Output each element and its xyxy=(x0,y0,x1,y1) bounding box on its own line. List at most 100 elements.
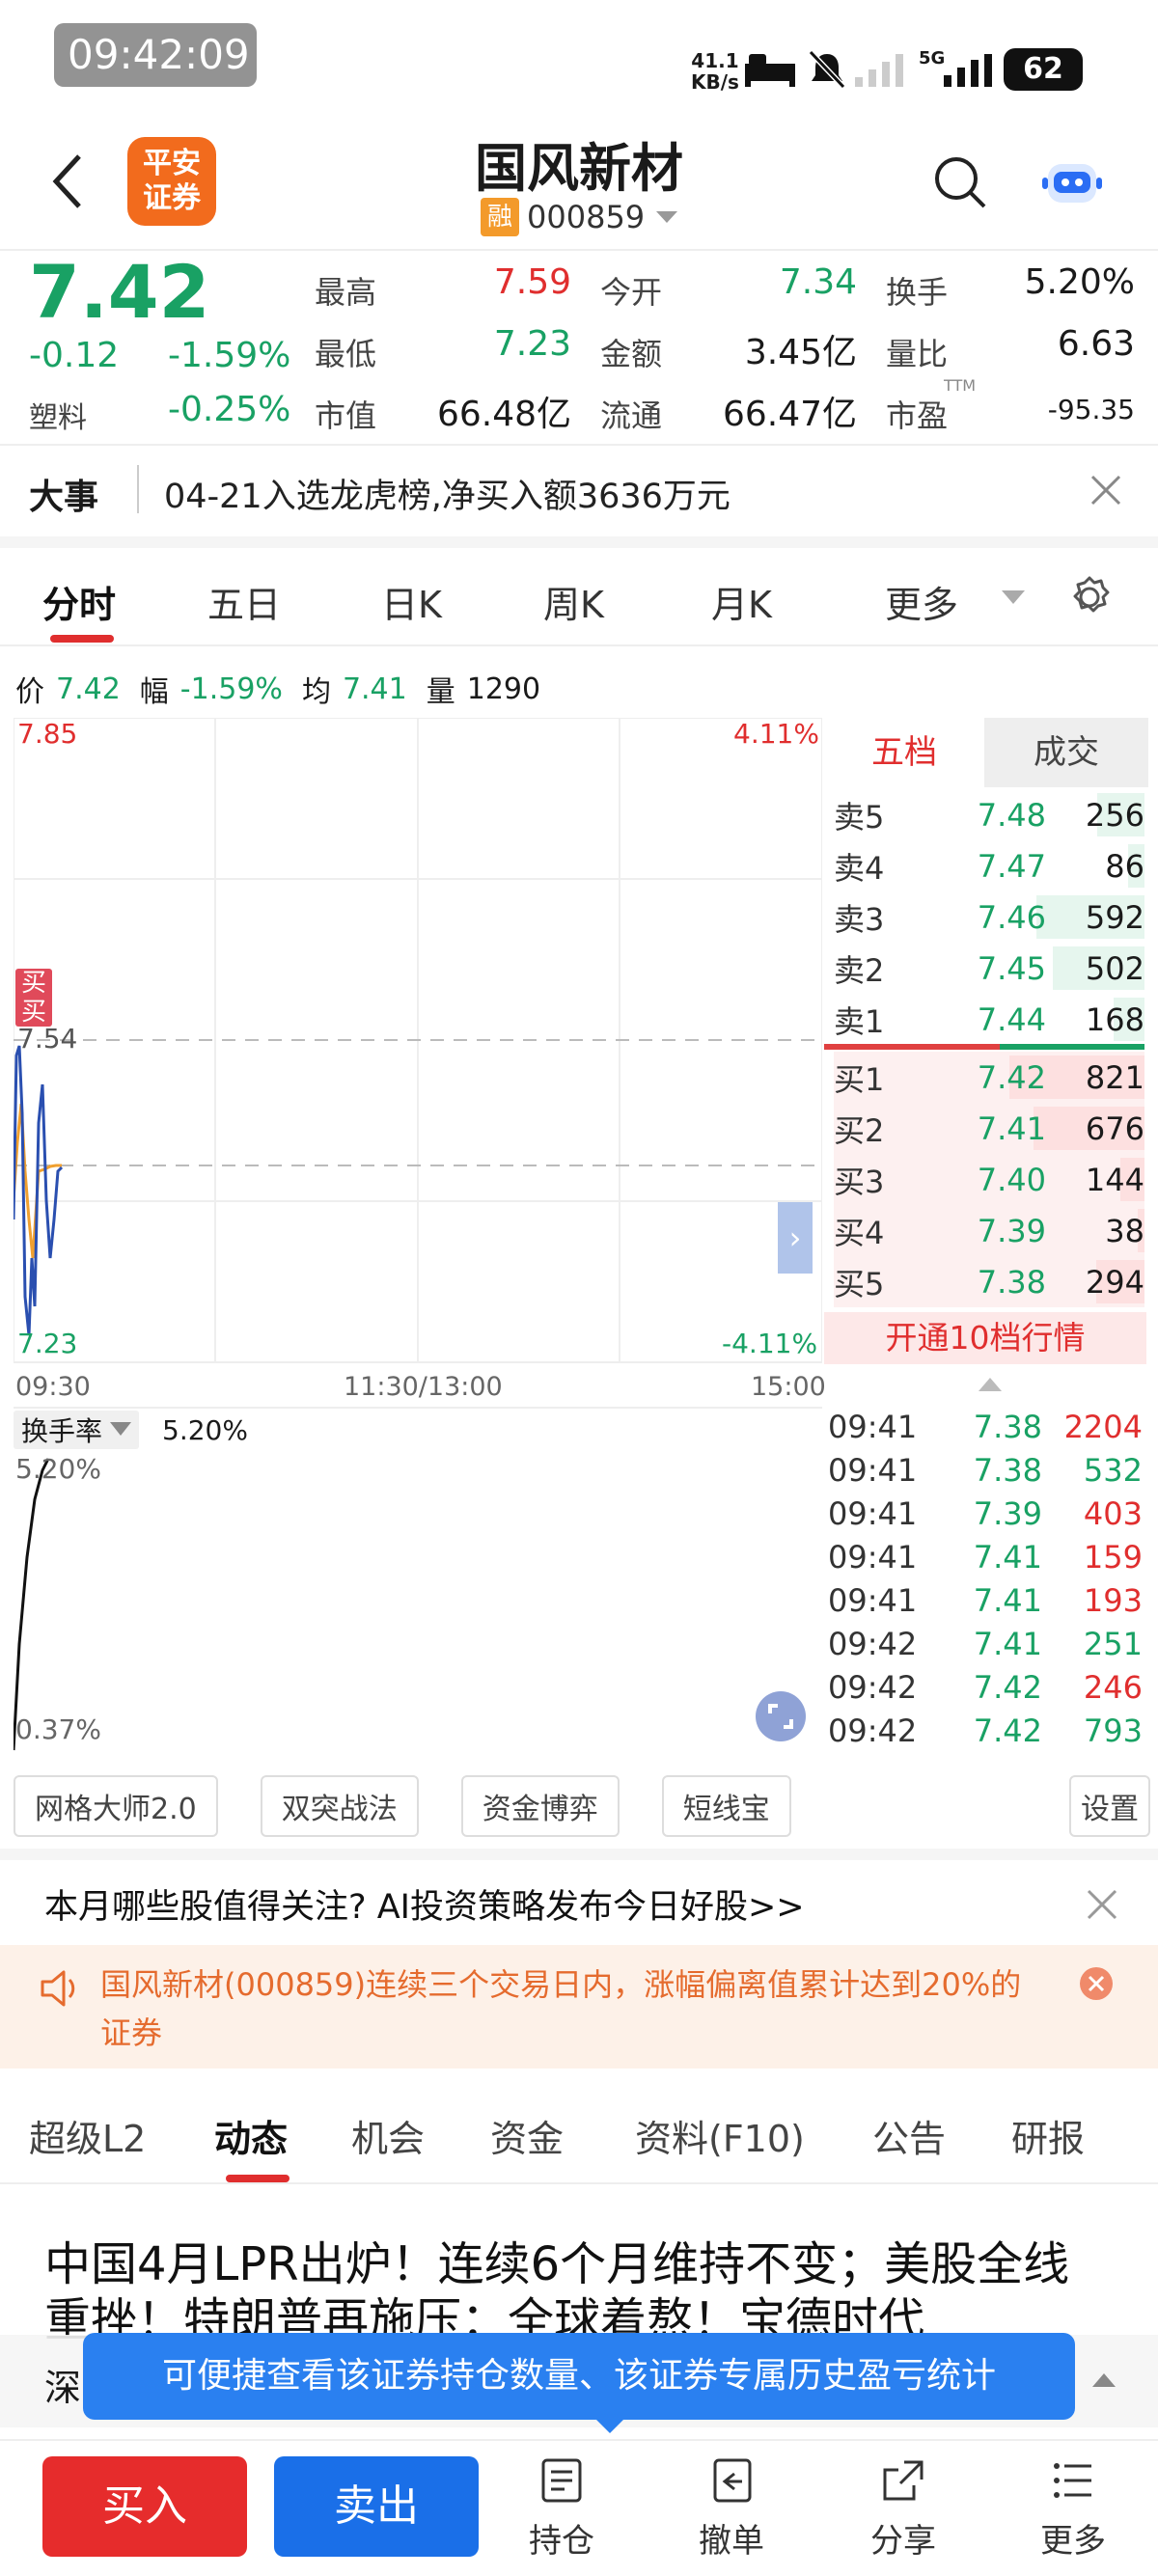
open-level10-button[interactable]: 开通10档行情 xyxy=(824,1312,1146,1364)
chip-short-line[interactable]: 短线宝 xyxy=(661,1775,791,1837)
tab-monthly-k[interactable]: 月K xyxy=(711,575,772,628)
time-start: 09:30 xyxy=(15,1372,91,1402)
chip-grid-master[interactable]: 网格大师2.0 xyxy=(14,1775,218,1837)
share-button[interactable]: 分享 xyxy=(853,2456,953,2562)
quote-label-high: 最高 xyxy=(315,274,377,311)
tab-research[interactable]: 研报 xyxy=(1011,2109,1085,2162)
promo-text[interactable]: 本月哪些股值得关注? AI投资策略发布今日好股>> xyxy=(44,1879,805,1929)
quote-label-turnover: 换手 xyxy=(886,274,949,311)
net-speed-value: 41.1 xyxy=(691,49,739,72)
settings-button[interactable]: 设置 xyxy=(1069,1775,1150,1837)
bid-level-label: 买3 xyxy=(834,1163,885,1200)
more-button[interactable]: 更多 xyxy=(1023,2456,1123,2562)
chart-info-avg-label: 均 xyxy=(301,675,331,709)
trade-row: 09:42 7.41 251 xyxy=(828,1622,1146,1665)
net-speed-unit: KB/s xyxy=(691,70,739,94)
bid-level-row[interactable]: 买4 7.39 38 xyxy=(834,1205,1144,1256)
tab-five-day[interactable]: 五日 xyxy=(207,575,281,628)
close-circle-icon[interactable] xyxy=(1079,1966,1114,2001)
tab-funds[interactable]: 资金 xyxy=(490,2109,635,2162)
chart-info-avg: 7.41 xyxy=(342,671,407,706)
stock-code-selector[interactable]: 融 000859 xyxy=(481,198,679,236)
tab-announcements[interactable]: 公告 xyxy=(872,2109,1011,2162)
cancel-order-button[interactable]: 撤单 xyxy=(681,2456,782,2562)
sector-name[interactable]: 塑料 xyxy=(29,394,87,436)
bid-level-price: 7.41 xyxy=(977,1110,1046,1147)
expand-orderbook-button[interactable]: › xyxy=(778,1202,813,1274)
bid-level-row[interactable]: 买3 7.40 144 xyxy=(834,1154,1144,1205)
chevron-up-icon[interactable] xyxy=(979,1378,1002,1393)
ask-level-row[interactable]: 卖5 7.48 256 xyxy=(834,789,1144,840)
trade-volume: 2204 xyxy=(1063,1408,1143,1445)
chart-info-range-label: 幅 xyxy=(139,675,169,709)
quote-label-open: 今开 xyxy=(600,274,663,311)
tab-opportunity[interactable]: 机会 xyxy=(351,2109,490,2162)
bid-levels: 买1 7.42 821 买2 7.41 676 买3 7.40 144 买4 7.39 38 买5 7.3… xyxy=(834,1052,1144,1307)
turnover-chart[interactable] xyxy=(14,1451,822,1760)
article-title[interactable]: 中国4月LPR出炉！连续6个月维持不变；美股全线重挫！特朗普再施压：全球着熬！宝… xyxy=(44,2236,1116,2341)
quote-label-market-cap: 市值 xyxy=(315,397,377,434)
bid-level-price: 7.42 xyxy=(977,1058,1046,1096)
holding-tooltip[interactable]: 可便捷查看该证券持仓数量、该证券专属历史盈亏统计 xyxy=(83,2333,1075,2420)
tab-super-l2[interactable]: 超级L2 xyxy=(29,2109,214,2162)
chevron-up-icon[interactable] xyxy=(1092,2373,1116,2389)
ticker-text: 深 xyxy=(44,2367,82,2409)
buy-sell-marker[interactable]: 买 买 xyxy=(15,969,52,1027)
holdings-button[interactable]: 持仓 xyxy=(511,2456,612,2562)
ask-level-price: 7.47 xyxy=(977,847,1046,885)
battery-icon: 62 xyxy=(1004,48,1083,91)
bid-level-volume: 821 xyxy=(1085,1058,1144,1096)
tab-five-levels[interactable]: 五档 xyxy=(824,718,984,787)
time-end: 15:00 xyxy=(751,1372,826,1402)
bid-level-row[interactable]: 买5 7.38 294 xyxy=(834,1256,1144,1307)
trade-volume: 193 xyxy=(1083,1581,1143,1619)
trade-volume: 159 xyxy=(1083,1538,1143,1576)
share-icon xyxy=(883,2460,924,2501)
intraday-chart[interactable] xyxy=(14,718,822,1366)
ask-level-label: 卖1 xyxy=(834,1002,885,1040)
more-label: 更多 xyxy=(1040,2522,1106,2561)
chip-double-breakout[interactable]: 双突战法 xyxy=(260,1775,419,1837)
bid-level-label: 买2 xyxy=(834,1111,885,1149)
tab-trades[interactable]: 成交 xyxy=(984,718,1148,787)
fullscreen-icon[interactable] xyxy=(755,1690,807,1742)
ask-level-row[interactable]: 卖1 7.44 168 xyxy=(834,994,1144,1045)
ask-level-row[interactable]: 卖2 7.45 502 xyxy=(834,943,1144,994)
chip-fund-game[interactable]: 资金博弈 xyxy=(460,1775,620,1837)
ask-level-row[interactable]: 卖3 7.46 592 xyxy=(834,891,1144,943)
search-icon[interactable] xyxy=(932,154,988,210)
indicator-selector[interactable]: 换手率 xyxy=(14,1411,140,1449)
robot-assistant-icon[interactable] xyxy=(1042,154,1102,208)
tab-f10[interactable]: 资料(F10) xyxy=(635,2109,872,2162)
trade-row: 09:41 7.38 2204 xyxy=(828,1405,1146,1448)
bid-level-row[interactable]: 买2 7.41 676 xyxy=(834,1103,1144,1154)
sell-mark: 买 xyxy=(20,998,46,1027)
trade-time: 09:42 xyxy=(828,1625,918,1662)
chevron-down-icon xyxy=(110,1422,132,1436)
sell-button[interactable]: 卖出 xyxy=(274,2456,479,2557)
bid-level-label: 买1 xyxy=(834,1060,885,1098)
bid-level-row[interactable]: 买1 7.42 821 xyxy=(834,1052,1144,1103)
trade-volume: 793 xyxy=(1083,1712,1143,1749)
buy-button[interactable]: 买入 xyxy=(42,2456,247,2557)
trade-time: 09:41 xyxy=(828,1581,918,1619)
quote-value-turnover: 5.20% xyxy=(1024,262,1135,302)
trade-price: 7.38 xyxy=(973,1408,1042,1445)
close-icon[interactable] xyxy=(1089,473,1123,507)
tab-dynamics[interactable]: 动态 xyxy=(214,2109,351,2162)
price-change-pct: -1.59% xyxy=(168,336,291,375)
close-icon[interactable] xyxy=(1085,1887,1119,1922)
trade-row: 09:41 7.38 532 xyxy=(828,1448,1146,1492)
tab-intraday[interactable]: 分时 xyxy=(42,575,116,628)
trade-time: 09:42 xyxy=(828,1712,918,1749)
ask-level-row[interactable]: 卖4 7.47 86 xyxy=(834,840,1144,891)
quote-value-float-cap: 66.47亿 xyxy=(722,395,857,434)
tab-daily-k[interactable]: 日K xyxy=(381,575,442,628)
quote-value-pe: -95.35 xyxy=(1047,394,1135,425)
gear-icon[interactable] xyxy=(1067,575,1112,619)
news-text[interactable]: 04-21入选龙虎榜,净买入额3636万元 xyxy=(164,469,731,518)
bid-level-price: 7.40 xyxy=(977,1161,1046,1198)
tab-more[interactable]: 更多 xyxy=(885,575,958,628)
tab-weekly-k[interactable]: 周K xyxy=(543,575,604,628)
chart-info-range: -1.59% xyxy=(179,671,283,706)
